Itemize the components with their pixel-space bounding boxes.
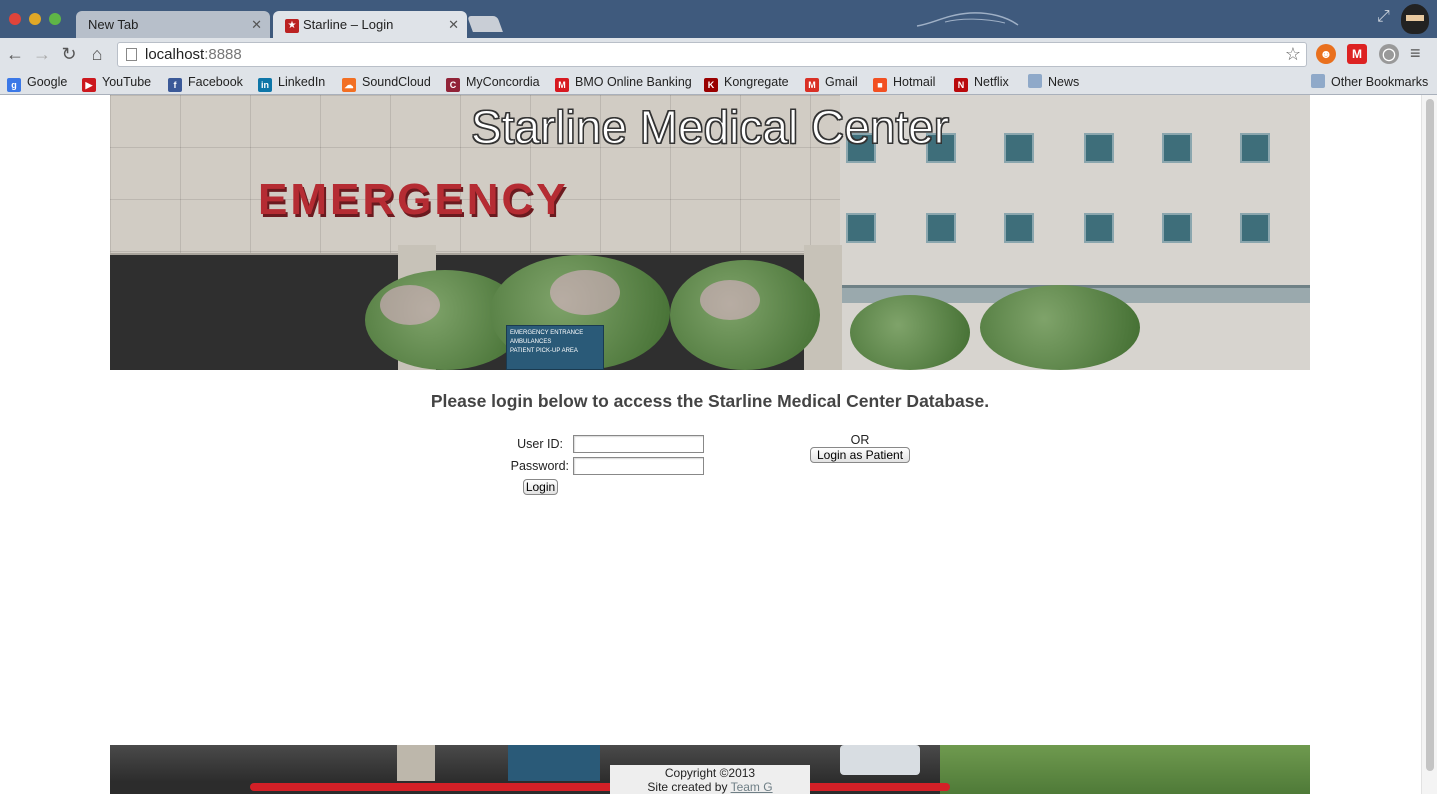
- footer: Copyright ©2013 Site created by Team G: [610, 765, 810, 794]
- home-icon[interactable]: ⌂: [86, 43, 108, 65]
- forward-icon[interactable]: →: [31, 43, 53, 65]
- fullscreen-icon[interactable]: ⤢: [1377, 8, 1390, 26]
- bookmark-label: Other Bookmarks: [1331, 75, 1429, 89]
- footer-banner-image: Copyright ©2013 Site created by Team G: [110, 745, 1310, 794]
- or-separator: OR: [850, 433, 870, 447]
- bookmark-label: LinkedIn: [278, 75, 326, 89]
- minimize-window-button[interactable]: [29, 13, 41, 25]
- profile-avatar-icon[interactable]: [1401, 4, 1429, 34]
- reload-icon[interactable]: ↻: [58, 43, 80, 65]
- zoom-window-button[interactable]: [49, 13, 61, 25]
- page-icon: [126, 48, 137, 61]
- login-as-patient-button[interactable]: Login as Patient: [810, 447, 910, 463]
- tab-label: New Tab: [88, 17, 139, 32]
- bookmark-label: Netflix: [974, 75, 1009, 89]
- bookmark-soundcloud[interactable]: ☁ SoundCloud: [342, 73, 431, 92]
- copyright-text: Copyright ©2013: [664, 766, 756, 780]
- password-label: Password:: [510, 459, 569, 473]
- youtube-icon: ▶: [82, 78, 96, 92]
- scrollbar-thumb[interactable]: [1426, 99, 1434, 771]
- folder-icon: [1311, 74, 1325, 88]
- linkedin-icon: in: [258, 78, 272, 92]
- bookmark-facebook[interactable]: f Facebook: [168, 73, 243, 92]
- close-tab-icon[interactable]: ✕: [448, 11, 459, 38]
- menu-icon[interactable]: ≡: [1410, 43, 1421, 64]
- bookmark-label: Gmail: [825, 75, 858, 89]
- close-tab-icon[interactable]: ✕: [251, 11, 262, 38]
- close-window-button[interactable]: [9, 13, 21, 25]
- emergency-entrance-sign: EMERGENCY ENTRANCE AMBULANCES PATIENT PI…: [506, 325, 604, 370]
- gmail-icon: M: [805, 78, 819, 92]
- user-id-label: User ID:: [517, 437, 563, 451]
- tab-new-tab[interactable]: New Tab ✕: [76, 11, 270, 38]
- google-icon: g: [7, 78, 21, 92]
- soundcloud-icon: ☁: [342, 78, 356, 92]
- bookmark-kongregate[interactable]: K Kongregate: [704, 73, 789, 92]
- bookmark-gmail[interactable]: M Gmail: [805, 73, 858, 92]
- car-silhouette-icon: [916, 12, 1019, 27]
- extension-gmail-icon[interactable]: M: [1347, 44, 1367, 64]
- bookmark-hotmail[interactable]: ■ Hotmail: [873, 73, 936, 92]
- bookmark-label: Hotmail: [893, 75, 936, 89]
- bookmark-label: Kongregate: [724, 75, 789, 89]
- bookmark-bmo[interactable]: M BMO Online Banking: [555, 73, 692, 92]
- facebook-icon: f: [168, 78, 182, 92]
- tab-label: Starline – Login: [303, 17, 394, 32]
- bmo-icon: M: [555, 78, 569, 92]
- url-port: :8888: [204, 46, 242, 63]
- page-viewport: EMERGENCY EMERGENCY ENTRANCE AMBULANCES …: [0, 95, 1437, 794]
- extension-fire-icon[interactable]: ☻: [1316, 44, 1336, 64]
- site-title: Starline Medical Center: [470, 101, 950, 154]
- bookmarks-bar: g Google ▶ YouTube f Facebook in LinkedIn ☁ S…: [0, 69, 1437, 95]
- credit-prefix: Site created by: [647, 780, 731, 794]
- login-prompt: Please login below to access the Starlin…: [430, 391, 990, 411]
- password-input[interactable]: [573, 457, 704, 475]
- bookmark-news-folder[interactable]: News: [1028, 73, 1079, 91]
- bookmark-youtube[interactable]: ▶ YouTube: [82, 73, 152, 92]
- bookmark-other-folder[interactable]: Other Bookmarks: [1311, 73, 1428, 91]
- bookmark-label: Facebook: [188, 75, 243, 89]
- window-titlebar: New Tab ✕ ★ Starline – Login ✕ ⤢: [0, 0, 1437, 38]
- starline-favicon-icon: ★: [285, 18, 299, 33]
- user-id-input[interactable]: [573, 435, 704, 453]
- emergency-sign: EMERGENCY: [258, 175, 569, 224]
- bookmark-label: YouTube: [102, 75, 152, 89]
- extension-search-icon[interactable]: ◯: [1379, 44, 1399, 64]
- kongregate-icon: K: [704, 78, 718, 92]
- team-g-link[interactable]: Team G: [731, 780, 773, 794]
- header-banner-image: EMERGENCY EMERGENCY ENTRANCE AMBULANCES …: [110, 95, 1310, 370]
- bookmark-netflix[interactable]: N Netflix: [954, 73, 1009, 92]
- netflix-icon: N: [954, 78, 968, 92]
- credit-line: Site created by Team G: [610, 780, 810, 794]
- new-tab-button[interactable]: [467, 16, 503, 32]
- login-button[interactable]: Login: [523, 479, 558, 495]
- bookmark-star-icon[interactable]: ☆: [1285, 43, 1301, 66]
- myconcordia-icon: C: [446, 78, 460, 92]
- hotmail-icon: ■: [873, 78, 887, 92]
- bookmark-myconcordia[interactable]: C MyConcordia: [446, 73, 540, 92]
- url-host: localhost: [145, 46, 205, 63]
- browser-toolbar: ← → ↻ ⌂ localhost:8888 ☆ ☻ M ◯ ≡: [0, 38, 1437, 69]
- bookmark-label: News: [1048, 75, 1080, 89]
- bookmark-label: MyConcordia: [466, 75, 540, 89]
- tab-starline-login[interactable]: ★ Starline – Login ✕: [273, 11, 467, 38]
- address-bar[interactable]: localhost:8888 ☆: [117, 42, 1307, 67]
- page-scrollbar[interactable]: [1421, 95, 1437, 794]
- back-icon[interactable]: ←: [4, 43, 26, 65]
- bookmark-linkedin[interactable]: in LinkedIn: [258, 73, 326, 92]
- bookmark-label: BMO Online Banking: [575, 75, 692, 89]
- folder-icon: [1028, 74, 1042, 88]
- bookmark-label: SoundCloud: [362, 75, 431, 89]
- bookmark-label: Google: [27, 75, 68, 89]
- bookmark-google[interactable]: g Google: [7, 73, 68, 92]
